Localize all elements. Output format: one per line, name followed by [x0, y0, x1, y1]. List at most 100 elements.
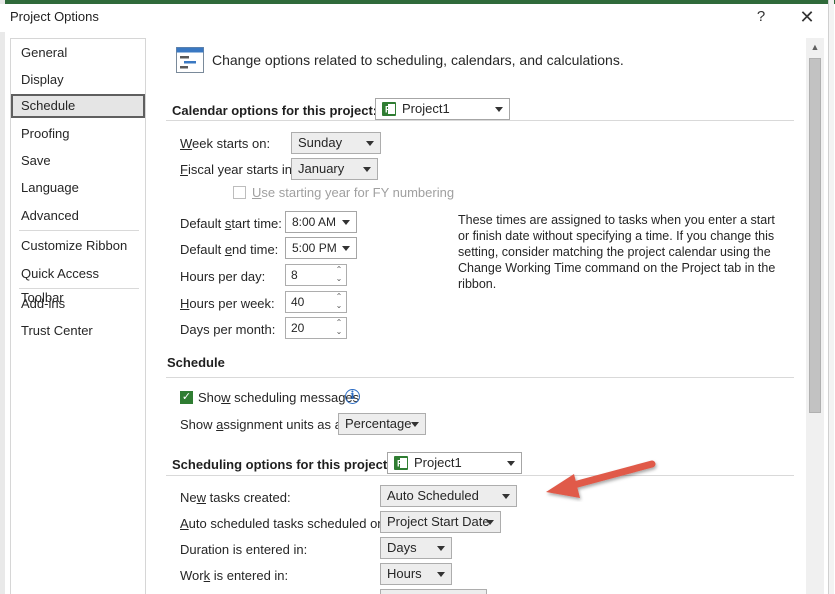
vertical-scrollbar[interactable]: ▲	[806, 38, 824, 594]
new-tasks-value: Auto Scheduled	[387, 488, 479, 503]
project-file-icon: P	[394, 456, 408, 470]
nav-item-language[interactable]: Language	[11, 176, 145, 200]
default-start-time-label: Default start time:	[180, 216, 282, 231]
info-icon[interactable]: i	[345, 389, 360, 404]
right-window-edge	[828, 0, 834, 594]
hours-per-week-label: Hours per week:	[180, 296, 275, 311]
spin-down-icon[interactable]: ⌄	[335, 302, 343, 310]
svg-text:P: P	[385, 105, 391, 115]
nav-item-proofing[interactable]: Proofing	[11, 122, 145, 146]
days-per-month-value: 20	[291, 321, 305, 335]
nav-item-schedule[interactable]: Schedule	[11, 94, 145, 118]
chevron-down-icon	[363, 167, 371, 172]
default-end-time-label: Default end time:	[180, 242, 279, 257]
nav-item-trust-center[interactable]: Trust Center	[11, 319, 145, 343]
duration-entered-value: Days	[387, 540, 417, 555]
close-button[interactable]: ✕	[796, 7, 818, 29]
days-per-month-label: Days per month:	[180, 322, 276, 337]
week-starts-label: Week starts on:	[180, 136, 271, 151]
options-nav: General Display Schedule Proofing Save L…	[10, 38, 146, 594]
project-file-icon: P	[382, 102, 396, 116]
chevron-down-icon	[437, 546, 445, 551]
hours-per-day-value: 8	[291, 268, 298, 282]
assignment-units-value: Percentage	[345, 416, 412, 431]
help-button[interactable]: ?	[750, 7, 772, 29]
chevron-down-icon	[342, 220, 350, 225]
spin-down-icon[interactable]: ⌄	[335, 275, 343, 283]
use-fy-checkbox[interactable]	[233, 186, 246, 199]
work-entered-value: Hours	[387, 566, 422, 581]
chevron-down-icon	[342, 246, 350, 251]
spin-down-icon[interactable]: ⌄	[335, 328, 343, 336]
hours-per-week-value: 40	[291, 295, 305, 309]
hours-per-day-label: Hours per day:	[180, 269, 266, 284]
assignment-units-select[interactable]: Percentage	[338, 413, 426, 435]
use-fy-label: Use starting year for FY numbering	[252, 185, 455, 200]
new-tasks-select[interactable]: Auto Scheduled	[380, 485, 517, 507]
calendar-options-title: Calendar options for this project:	[172, 103, 378, 118]
nav-item-general[interactable]: General	[11, 41, 145, 65]
section-divider	[166, 120, 794, 121]
spin-up-icon[interactable]: ⌃	[335, 266, 343, 274]
title-bar: Project Options ? ✕	[0, 4, 835, 32]
page-heading: Change options related to scheduling, ca…	[212, 52, 624, 68]
fiscal-year-select[interactable]: January	[291, 158, 378, 180]
nav-separator	[19, 230, 139, 231]
default-times-note: These times are assigned to tasks when y…	[458, 213, 776, 291]
auto-scheduled-on-select[interactable]: Project Start Date	[380, 511, 501, 533]
scheduling-project-select[interactable]: P Project1	[387, 452, 522, 474]
nav-item-quick-access-toolbar[interactable]: Quick Access Toolbar	[11, 262, 145, 305]
chevron-down-icon	[437, 572, 445, 577]
spin-up-icon[interactable]: ⌃	[335, 319, 343, 327]
week-starts-value: Sunday	[298, 135, 343, 150]
days-per-month-spinner[interactable]: 20 ⌃ ⌄	[285, 317, 347, 339]
scroll-up-arrow-icon[interactable]: ▲	[806, 38, 824, 56]
hours-per-week-spinner[interactable]: 40 ⌃ ⌄	[285, 291, 347, 313]
schedule-options-icon	[176, 47, 204, 73]
nav-item-customize-ribbon[interactable]: Customize Ribbon	[11, 234, 145, 258]
default-end-time-value: 5:00 PM	[292, 241, 337, 255]
nav-item-add-ins[interactable]: Add-ins	[11, 292, 145, 316]
hours-per-day-spinner[interactable]: 8 ⌃ ⌄	[285, 264, 347, 286]
fiscal-year-value: January	[298, 161, 345, 176]
duration-entered-label: Duration is entered in:	[180, 542, 308, 557]
nav-item-advanced[interactable]: Advanced	[11, 204, 145, 228]
chevron-down-icon	[366, 141, 374, 146]
calendar-project-value: Project1	[402, 101, 450, 116]
default-end-time-select[interactable]: 5:00 PM	[285, 237, 357, 259]
show-scheduling-messages-label: Show scheduling messages	[198, 390, 360, 405]
default-start-time-select[interactable]: 8:00 AM	[285, 211, 357, 233]
duration-entered-select[interactable]: Days	[380, 537, 452, 559]
scheduling-options-title: Scheduling options for this project:	[172, 457, 392, 472]
auto-scheduled-on-value: Project Start Date	[387, 514, 490, 529]
chevron-down-icon	[507, 461, 515, 466]
scrollbar-thumb[interactable]	[809, 58, 821, 413]
section-divider	[166, 377, 794, 378]
schedule-section-title: Schedule	[167, 355, 225, 370]
annotation-arrow-icon	[546, 460, 656, 498]
dialog-title: Project Options	[10, 9, 99, 24]
chevron-down-icon	[502, 494, 510, 499]
assignment-units-label: Show assignment units as a:	[180, 417, 346, 432]
work-entered-label: Work is entered in:	[180, 568, 289, 583]
section-divider	[166, 475, 794, 476]
auto-scheduled-on-label: Auto scheduled tasks scheduled on:	[180, 516, 389, 531]
default-start-time-value: 8:00 AM	[292, 215, 337, 229]
nav-item-display[interactable]: Display	[11, 68, 145, 92]
show-scheduling-messages-checkbox[interactable]: ✓	[180, 391, 193, 404]
week-starts-select[interactable]: Sunday	[291, 132, 381, 154]
project-options-dialog: Project Options ? ✕ General Display Sche…	[0, 0, 835, 594]
fiscal-year-label: Fiscal year starts in:	[180, 162, 296, 177]
scheduling-project-value: Project1	[414, 455, 462, 470]
chevron-down-icon	[495, 107, 503, 112]
work-entered-select[interactable]: Hours	[380, 563, 452, 585]
svg-text:P: P	[397, 459, 403, 469]
chevron-down-icon	[411, 422, 419, 427]
nav-item-save[interactable]: Save	[11, 149, 145, 173]
left-window-edge	[0, 0, 5, 594]
new-tasks-label: New tasks created:	[180, 490, 291, 505]
spin-up-icon[interactable]: ⌃	[335, 293, 343, 301]
calendar-project-select[interactable]: P Project1	[375, 98, 510, 120]
nav-separator	[19, 288, 139, 289]
next-option-select[interactable]	[380, 589, 487, 594]
